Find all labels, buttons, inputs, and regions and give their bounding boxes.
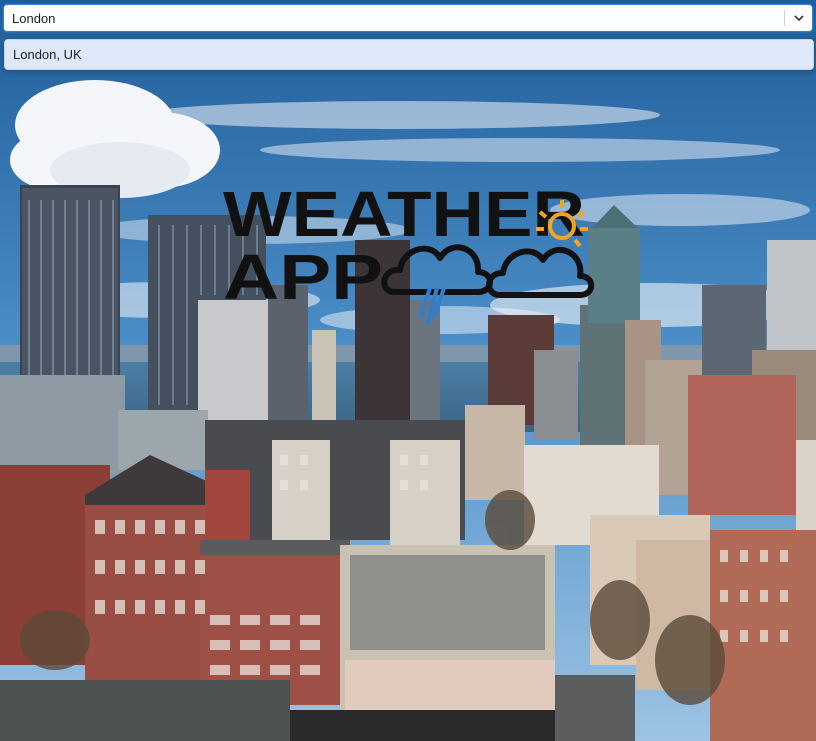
logo-line2: APP — [223, 241, 383, 313]
city-skyline-background: WEATHER APP — [0, 0, 816, 741]
dropdown-toggle-button[interactable] — [786, 5, 812, 31]
suggestion-item[interactable]: London, UK — [5, 40, 813, 69]
search-divider — [784, 10, 785, 26]
city-search-input[interactable] — [4, 5, 780, 31]
chevron-down-icon — [794, 15, 804, 22]
suggestions-list: London, UK — [4, 39, 814, 70]
logo-line1: WEATHER — [223, 178, 585, 250]
city-search-combobox[interactable] — [3, 4, 813, 32]
